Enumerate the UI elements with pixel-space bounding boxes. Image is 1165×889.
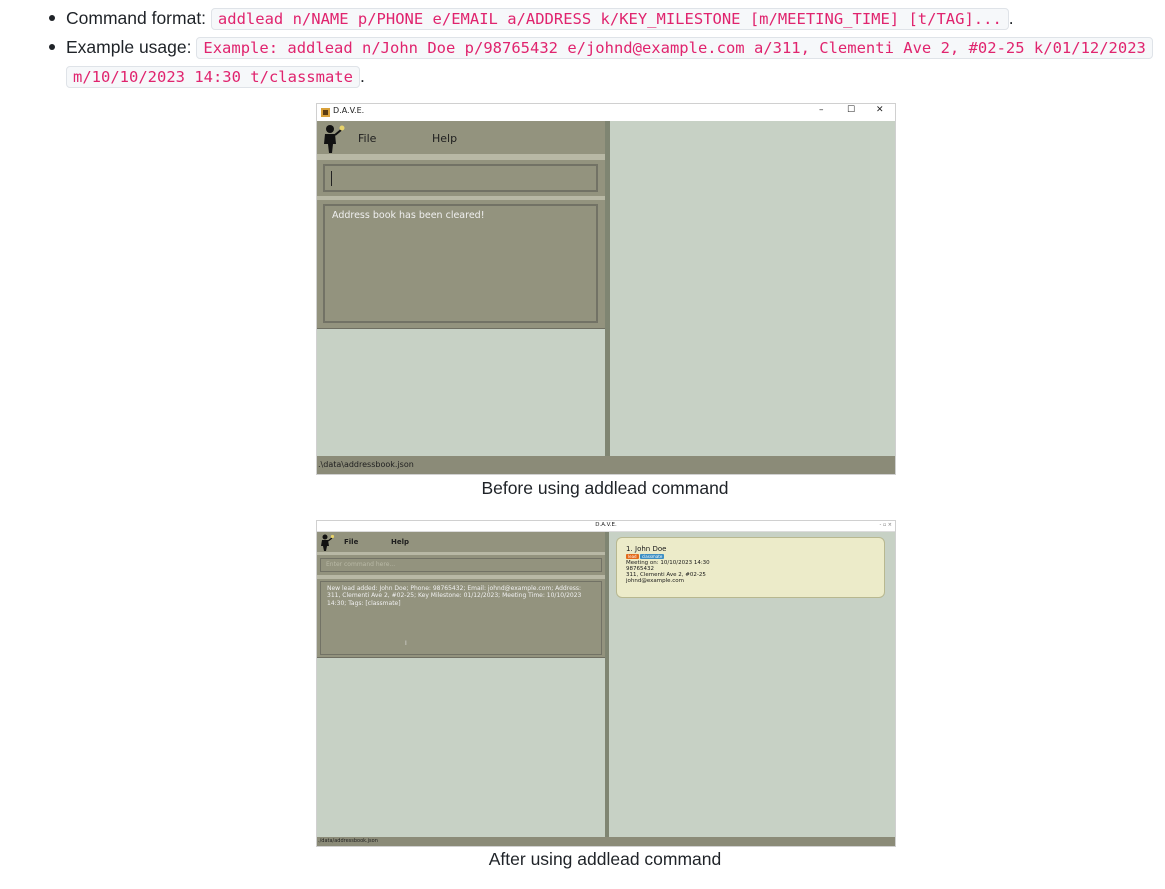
command-format-period: . xyxy=(1008,8,1014,28)
after-person-list: 1. John Doe lead classmate Meeting on: 1… xyxy=(609,532,895,837)
after-screenshot: D.A.V.E. - ▫ × File Help Enter command h… xyxy=(316,520,896,847)
after-caption: After using addlead command xyxy=(488,849,722,869)
after-menubar: File Help xyxy=(317,532,605,552)
menu-help[interactable]: Help xyxy=(432,132,457,145)
before-caption: Before using addlead command xyxy=(481,478,729,498)
after-result-text: New lead added: John Doe; Phone: 9876543… xyxy=(327,585,582,607)
before-menubar: File Help xyxy=(317,121,605,154)
example-usage-item: Example usage: Example: addlead n/John D… xyxy=(47,33,1153,91)
after-result-display: New lead added: John Doe; Phone: 9876543… xyxy=(320,581,602,655)
mouse-cursor-icon: I xyxy=(405,640,407,647)
after-command-placeholder: Enter command here... xyxy=(326,561,396,568)
before-window-title: D.A.V.E. xyxy=(333,106,365,115)
example-usage-period: . xyxy=(359,66,365,86)
minimize-button[interactable]: – xyxy=(819,105,824,115)
menu-file[interactable]: File xyxy=(344,538,358,546)
maximize-button[interactable]: ☐ xyxy=(847,105,855,115)
after-titlebar: D.A.V.E. - ▫ × xyxy=(317,521,895,532)
before-result-bottom-line xyxy=(317,328,605,329)
before-titlebar: D.A.V.E. – ☐ ✕ xyxy=(317,104,895,122)
menu-file[interactable]: File xyxy=(358,132,376,145)
example-usage-code: Example: addlead n/John Doe p/98765432 e… xyxy=(66,37,1153,88)
menu-help[interactable]: Help xyxy=(391,538,409,546)
before-result-display: Address book has been cleared! xyxy=(323,204,598,323)
after-result-bottom-line xyxy=(317,657,605,658)
after-window-title: D.A.V.E. xyxy=(595,522,617,528)
before-left-area: Address book has been cleared! xyxy=(317,160,605,456)
card-email: johnd@example.com xyxy=(626,578,685,584)
butler-logo-icon xyxy=(321,534,335,551)
command-format-code: addlead n/NAME p/PHONE e/EMAIL a/ADDRESS… xyxy=(210,8,1009,30)
instruction-list: Command format: addlead n/NAME p/PHONE e… xyxy=(47,4,1153,91)
close-button[interactable]: ✕ xyxy=(876,105,884,115)
after-left-area: Enter command here... New lead added: Jo… xyxy=(317,555,605,837)
before-command-input[interactable] xyxy=(323,164,598,192)
command-format-item: Command format: addlead n/NAME p/PHONE e… xyxy=(47,4,1147,33)
before-statusbar: .\data\addressbook.json xyxy=(317,456,895,474)
after-command-input[interactable]: Enter command here... xyxy=(320,558,602,572)
example-usage-label: Example usage: xyxy=(66,37,192,57)
text-cursor xyxy=(331,171,332,186)
after-window-controls[interactable]: - ▫ × xyxy=(879,522,892,528)
tag-classmate-badge: classmate xyxy=(640,554,665,559)
before-screenshot: D.A.V.E. – ☐ ✕ File Help Address book ha… xyxy=(316,103,896,475)
before-status-path: .\data\addressbook.json xyxy=(318,460,414,469)
card-index: 1. xyxy=(626,545,633,553)
tag-lead-badge: lead xyxy=(626,554,639,559)
person-card[interactable]: 1. John Doe lead classmate Meeting on: 1… xyxy=(616,537,885,598)
after-statusbar: ./data/addressbook.json xyxy=(317,837,895,846)
command-format-label: Command format: xyxy=(66,8,207,28)
butler-logo-icon xyxy=(324,125,345,153)
card-name: John Doe xyxy=(635,545,667,553)
before-person-list xyxy=(610,121,895,456)
before-result-text: Address book has been cleared! xyxy=(332,210,485,221)
app-icon xyxy=(321,108,330,117)
after-status-path: ./data/addressbook.json xyxy=(318,838,378,844)
